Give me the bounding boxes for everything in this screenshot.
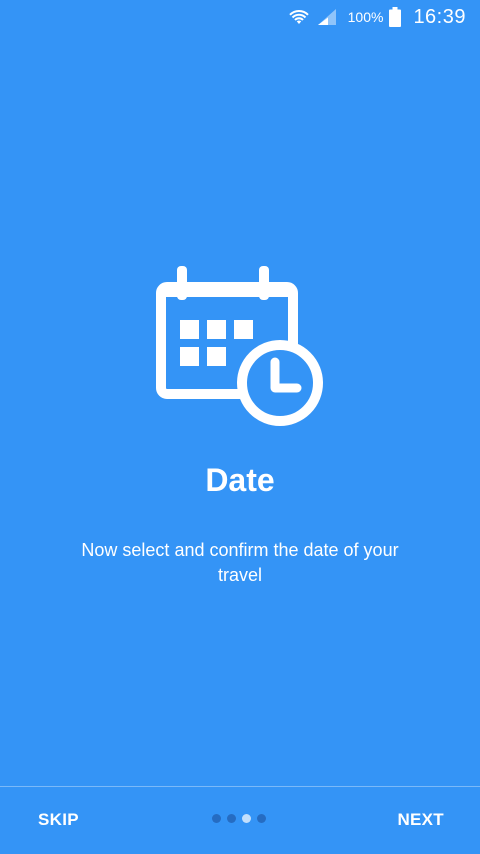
- battery-percent: 100%: [347, 9, 384, 25]
- status-clock: 16:39: [413, 5, 466, 28]
- page-description: Now select and confirm the date of your …: [81, 540, 399, 585]
- status-bar: 100% 16:39: [0, 0, 480, 34]
- next-button[interactable]: NEXT: [397, 810, 444, 830]
- page-dot-1: [212, 814, 221, 823]
- battery-icon: [389, 7, 402, 27]
- page-title: Date: [205, 462, 275, 498]
- calendar-clock-icon: [155, 263, 325, 433]
- page-dot-4: [257, 814, 266, 823]
- page-dot-2: [227, 814, 236, 823]
- footer-divider: [0, 786, 480, 787]
- wifi-icon: [288, 8, 310, 26]
- skip-button[interactable]: SKIP: [38, 810, 79, 830]
- page-indicator: [212, 814, 266, 823]
- page-dot-3: [242, 814, 251, 823]
- signal-icon: [316, 8, 338, 26]
